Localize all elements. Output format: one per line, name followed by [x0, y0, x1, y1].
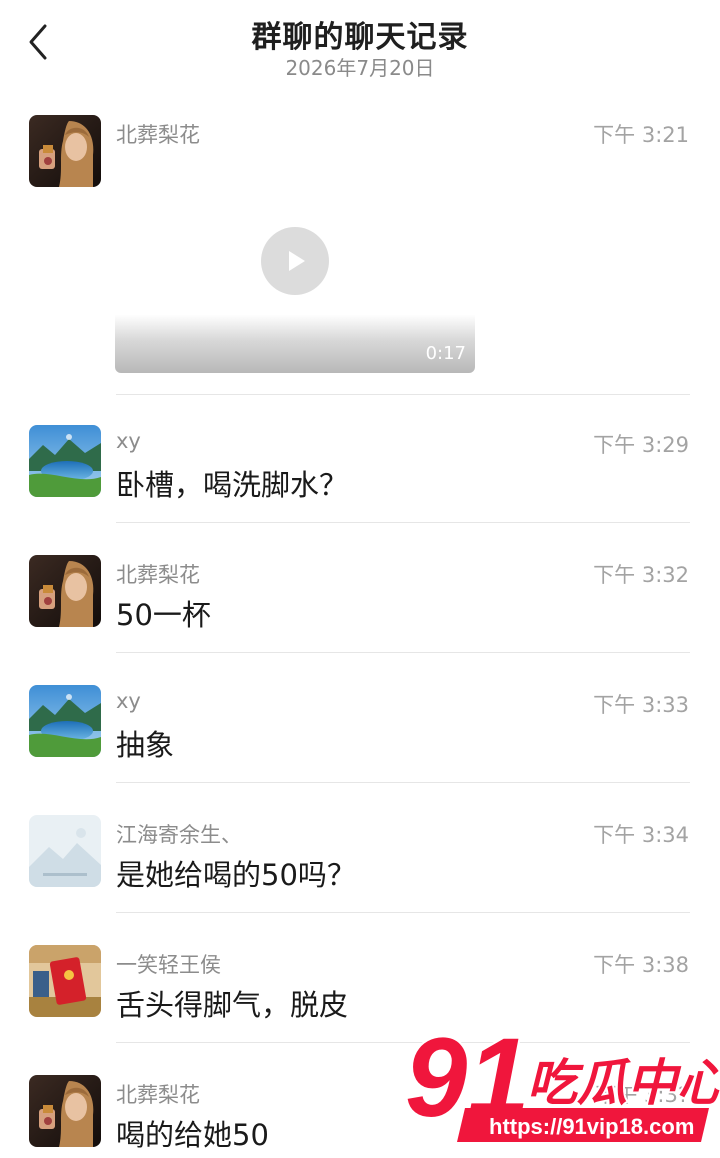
divider — [116, 912, 690, 913]
divider — [116, 782, 690, 783]
message-time: 下午 3:21 — [593, 123, 689, 147]
placeholder-image-icon — [29, 815, 101, 887]
avatar[interactable] — [29, 945, 101, 1017]
portrait-woman-icon — [29, 115, 101, 187]
message-text: 抽象 — [116, 728, 175, 762]
sender-name: xy — [116, 689, 141, 713]
avatar[interactable] — [29, 815, 101, 887]
message-text: 卧槽，喝洗脚水？ — [116, 468, 349, 502]
header-bar: 群聊的聊天记录 2026年7月20日 — [0, 0, 720, 90]
red-envelope-icon — [29, 945, 101, 1017]
avatar[interactable] — [29, 1075, 101, 1147]
message-time: 下午 3:32 — [593, 563, 689, 587]
divider — [116, 652, 690, 653]
sender-name: 北葬梨花 — [116, 123, 200, 147]
message-text: 舌头得脚气，脱皮 — [116, 988, 349, 1022]
lake-landscape-icon — [29, 685, 101, 757]
portrait-woman-icon — [29, 1075, 101, 1147]
message-text: 喝的给她50 — [116, 1118, 269, 1152]
sender-name: 北葬梨花 — [116, 1083, 200, 1107]
watermark-text: 吃瓜中心 — [527, 1054, 720, 1112]
divider — [116, 522, 690, 523]
watermark-url: https://91vip18.com — [489, 1114, 694, 1139]
message-text: 50一杯 — [116, 598, 211, 632]
sender-name: 江海寄余生、 — [116, 823, 242, 847]
lake-landscape-icon — [29, 425, 101, 497]
page-title: 群聊的聊天记录 — [251, 20, 469, 55]
video-message[interactable]: 0:17 — [115, 190, 475, 373]
avatar[interactable] — [29, 555, 101, 627]
sender-name: xy — [116, 429, 141, 453]
message-time: 下午 3:34 — [593, 823, 689, 847]
play-icon — [289, 251, 305, 271]
play-button[interactable] — [261, 227, 329, 295]
message-time: 下午 3:29 — [593, 433, 689, 457]
avatar[interactable] — [29, 425, 101, 497]
message-text: 是她给喝的50吗？ — [116, 858, 356, 892]
sender-name: 一笑轻王侯 — [116, 953, 221, 977]
avatar[interactable] — [29, 115, 101, 187]
message-time: 下午 3:38 — [593, 953, 689, 977]
avatar[interactable] — [29, 685, 101, 757]
message-time: 下午 3:33 — [593, 693, 689, 717]
video-duration: 0:17 — [425, 343, 466, 364]
chat-date: 2026年7月20日 — [285, 56, 435, 80]
divider — [116, 394, 690, 395]
portrait-woman-icon — [29, 555, 101, 627]
sender-name: 北葬梨花 — [116, 563, 200, 587]
watermark-logo: 91 吃瓜中心 https://91vip18.com — [403, 1013, 720, 1154]
